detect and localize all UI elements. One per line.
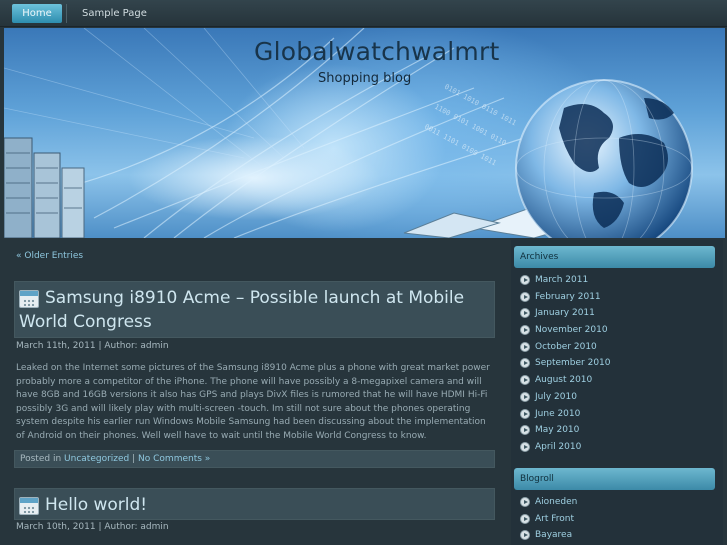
post-meta: March 11th, 2011 | Author: admin [16, 341, 169, 351]
posted-in-label: Posted in [20, 454, 62, 464]
older-entries-link[interactable]: « Older Entries [16, 251, 83, 261]
header-banner: 0101 1010 0110 1011 1100 0101 1001 0110 … [4, 28, 725, 238]
blogroll-link[interactable]: Art Front [535, 514, 574, 524]
archive-item[interactable]: November 2010 [520, 322, 611, 339]
archive-link[interactable]: July 2010 [535, 392, 577, 402]
archive-item[interactable]: February 2011 [520, 289, 611, 306]
blogroll-heading: Blogroll [514, 468, 715, 490]
nav-home-link[interactable]: Home [12, 4, 62, 23]
archive-link[interactable]: August 2010 [535, 375, 592, 385]
nav-divider [66, 4, 67, 23]
blogroll-link[interactable]: Aioneden [535, 497, 577, 507]
archive-link[interactable]: November 2010 [535, 325, 608, 335]
site-tagline: Shopping blog [318, 71, 412, 86]
top-navigation: Home Sample Page [0, 0, 727, 27]
archive-item[interactable]: June 2010 [520, 406, 611, 423]
archive-item[interactable]: September 2010 [520, 355, 611, 372]
post-title-box: Hello world! [14, 488, 495, 520]
blogroll-item[interactable]: Aioneden [520, 494, 577, 511]
arrow-bullet-icon [520, 391, 530, 402]
category-link[interactable]: Uncategorized [64, 454, 129, 464]
arrow-bullet-icon [520, 325, 530, 336]
arrow-bullet-icon [520, 341, 530, 352]
archive-item[interactable]: August 2010 [520, 372, 611, 389]
arrow-bullet-icon [520, 408, 530, 419]
archive-link[interactable]: May 2010 [535, 425, 579, 435]
nav-sample-page-link[interactable]: Sample Page [82, 4, 147, 23]
blogroll-link[interactable]: Bayarea [535, 530, 572, 540]
post-footer: Posted in Uncategorized | No Comments » [14, 450, 495, 468]
arrow-bullet-icon [520, 375, 530, 386]
footer-separator: | [132, 454, 136, 464]
archive-item[interactable]: April 2010 [520, 439, 611, 456]
archive-link[interactable]: October 2010 [535, 342, 597, 352]
blogroll-list: Aioneden Art Front Bayarea [520, 494, 577, 544]
comments-link[interactable]: No Comments » [138, 454, 210, 464]
site-title[interactable]: Globalwatchwalmrt [254, 37, 499, 66]
archive-link[interactable]: February 2011 [535, 292, 601, 302]
post-title-link[interactable]: Hello world! [19, 493, 147, 517]
arrow-bullet-icon [520, 308, 530, 319]
arrow-bullet-icon [520, 291, 530, 302]
arrow-bullet-icon [520, 441, 530, 452]
archive-item[interactable]: July 2010 [520, 389, 611, 406]
archive-link[interactable]: June 2010 [535, 409, 580, 419]
blogroll-item[interactable]: Art Front [520, 511, 577, 528]
blogroll-item[interactable]: Bayarea [520, 527, 577, 544]
post-title-box: Samsung i8910 Acme – Possible launch at … [14, 281, 495, 338]
post-title-link[interactable]: Samsung i8910 Acme – Possible launch at … [19, 286, 489, 334]
arrow-bullet-icon [520, 358, 530, 369]
archive-item[interactable]: October 2010 [520, 339, 611, 356]
archive-link[interactable]: March 2011 [535, 275, 588, 285]
arrow-bullet-icon [520, 275, 530, 285]
archives-heading: Archives [514, 246, 715, 268]
archive-item[interactable]: March 2011 [520, 272, 611, 289]
arrow-bullet-icon [520, 530, 530, 541]
archive-item[interactable]: January 2011 [520, 305, 611, 322]
arrow-bullet-icon [520, 425, 530, 436]
archive-link[interactable]: September 2010 [535, 358, 611, 368]
archives-list: March 2011 February 2011 January 2011 No… [520, 272, 611, 456]
arrow-bullet-icon [520, 497, 530, 507]
arrow-bullet-icon [520, 513, 530, 524]
post-body: Leaked on the Internet some pictures of … [16, 363, 490, 441]
archive-link[interactable]: January 2011 [535, 308, 595, 318]
archive-link[interactable]: April 2010 [535, 442, 581, 452]
archive-item[interactable]: May 2010 [520, 422, 611, 439]
post-meta: March 10th, 2011 | Author: admin [16, 522, 169, 532]
